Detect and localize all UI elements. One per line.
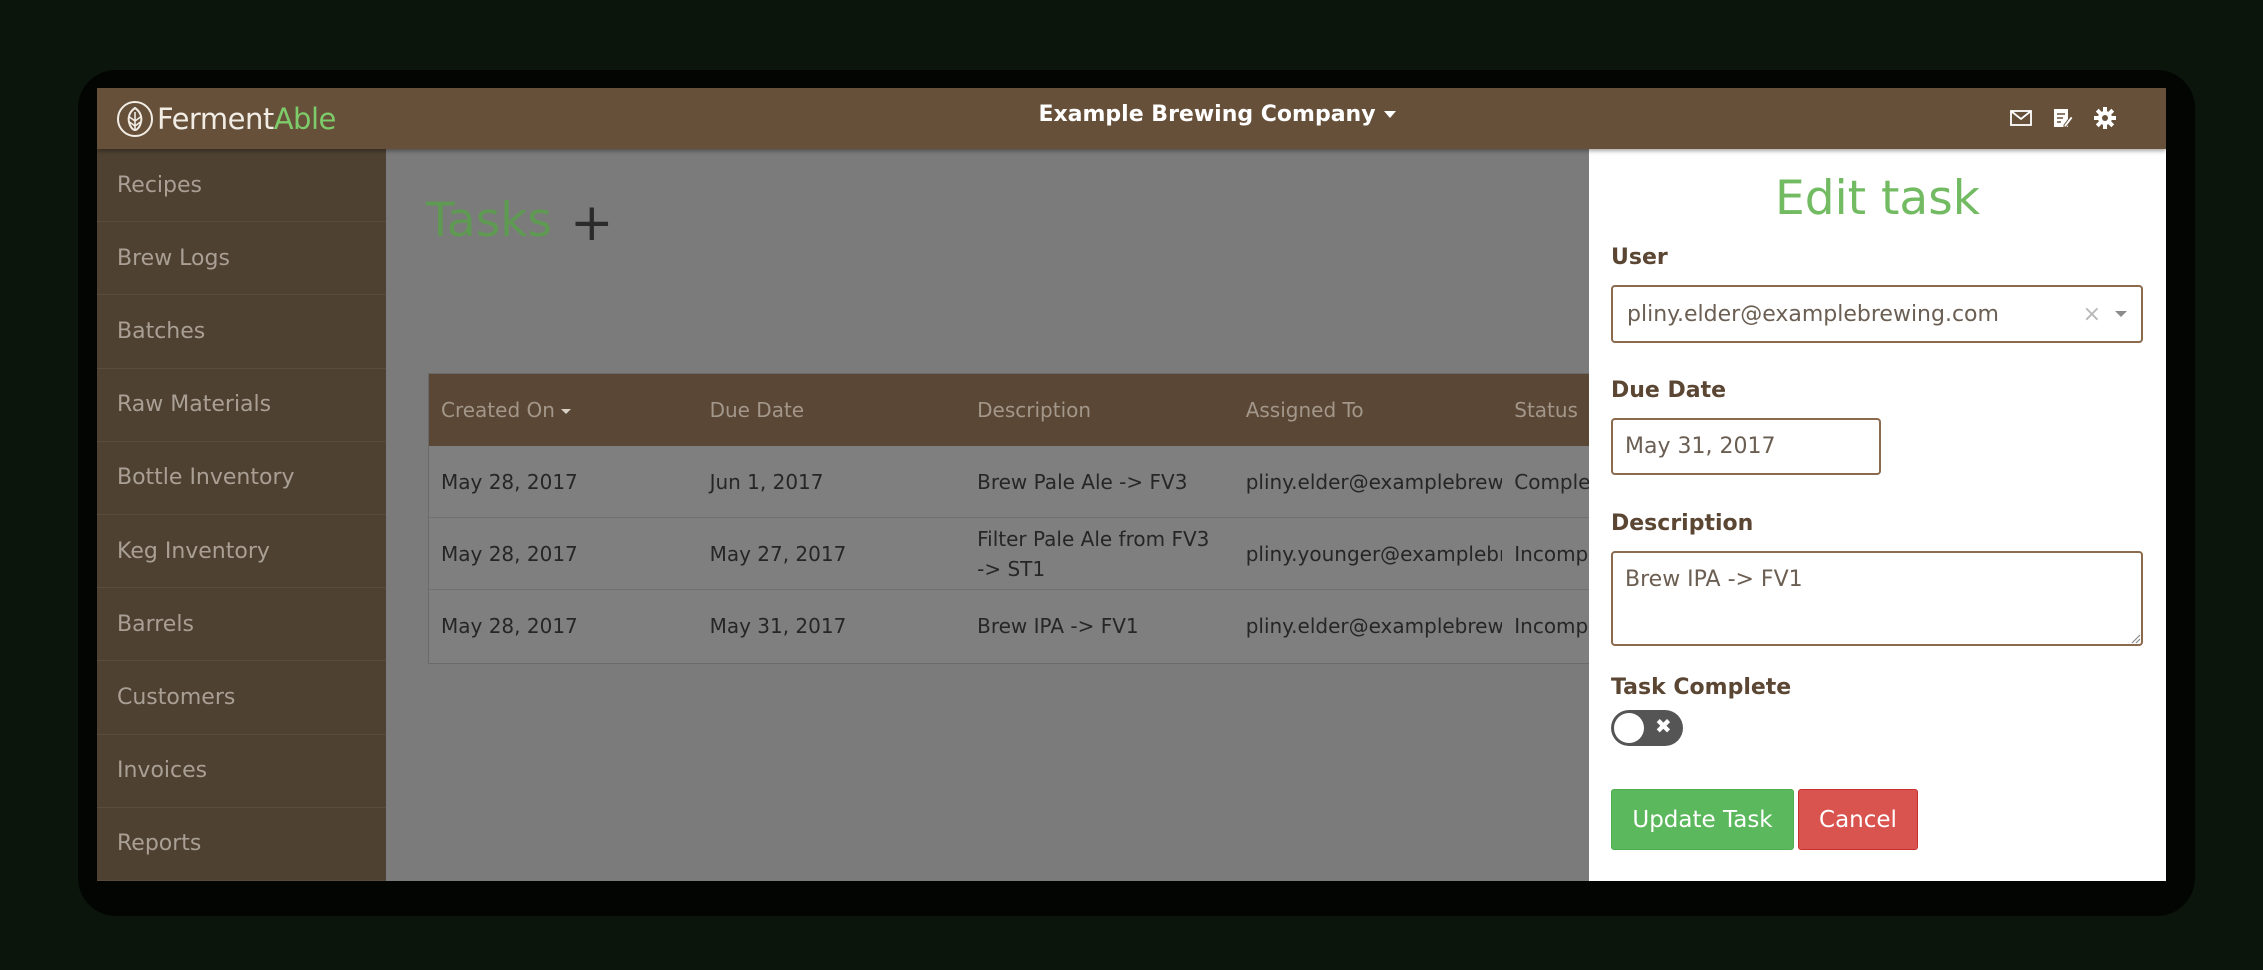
column-header-label: Status — [1514, 398, 1578, 422]
cell-created-on: May 28, 2017 — [441, 541, 578, 566]
edit-task-panel: Edit task User pliny.elder@examplebrewin… — [1589, 149, 2166, 881]
sidebar-item-label: Keg Inventory — [117, 538, 270, 564]
toggle-knob — [1614, 713, 1644, 743]
clear-icon[interactable]: × — [2083, 302, 2101, 327]
envelope-icon[interactable] — [2008, 104, 2034, 132]
top-bar: FermentAble Example Brewing Company — [97, 88, 2166, 149]
gear-icon[interactable] — [2092, 104, 2118, 132]
sidebar-item-label: Barrels — [117, 611, 194, 637]
due-date-label: Due Date — [1611, 378, 1727, 403]
column-header-label: Description — [977, 398, 1092, 422]
table-header: Created On Due Date Description Assigned… — [429, 374, 1667, 446]
column-header-label: Created On — [441, 398, 555, 422]
column-header-created-on[interactable]: Created On — [429, 398, 698, 422]
app-window: FermentAble Example Brewing Company Reci… — [97, 88, 2166, 881]
cell-due-date: May 27, 2017 — [709, 541, 847, 566]
sort-caret-icon — [560, 409, 571, 414]
add-task-button[interactable]: + — [570, 197, 614, 249]
toggle-off-icon: ✖ — [1655, 714, 1672, 738]
sidebar-item-raw-materials[interactable]: Raw Materials — [97, 369, 386, 442]
sidebar-item-batches[interactable]: Batches — [97, 295, 386, 369]
company-switcher[interactable]: Example Brewing Company — [977, 102, 1457, 127]
resize-grip-icon[interactable] — [2129, 632, 2141, 644]
sidebar: Recipes Brew Logs Batches Raw Materials … — [97, 149, 386, 881]
table-row[interactable]: May 28, 2017 May 31, 2017 Brew IPA -> FV… — [429, 590, 1667, 662]
cell-due-date: Jun 1, 2017 — [709, 469, 824, 494]
column-header-description[interactable]: Description — [965, 398, 1234, 422]
panel-title: Edit task — [1775, 171, 1980, 226]
cell-description: Brew IPA -> FV1 — [977, 614, 1139, 638]
cell-created-on: May 28, 2017 — [441, 469, 578, 494]
sidebar-item-reports[interactable]: Reports — [97, 808, 386, 881]
sidebar-item-keg-inventory[interactable]: Keg Inventory — [97, 515, 386, 589]
cell-assigned-to: pliny.younger@examplebr — [1245, 541, 1503, 566]
cell-assigned-to: pliny.elder@examplebrewi — [1245, 614, 1503, 638]
logo-text: FermentAble — [157, 102, 336, 136]
chevron-down-icon[interactable] — [2115, 311, 2127, 317]
cell-description: Brew Pale Ale -> FV3 — [977, 469, 1188, 494]
logo-text-able: Able — [273, 102, 337, 136]
sidebar-item-recipes[interactable]: Recipes — [97, 149, 386, 223]
sidebar-item-label: Recipes — [117, 172, 203, 198]
sidebar-item-label: Bottle Inventory — [117, 465, 295, 491]
hop-logo-icon — [117, 101, 153, 137]
sidebar-item-label: Brew Logs — [117, 245, 230, 271]
page-title: Tasks + — [426, 191, 614, 250]
cell-due-date: May 31, 2017 — [709, 614, 847, 638]
logo-text-ferment: Ferment — [157, 102, 274, 136]
sidebar-item-barrels[interactable]: Barrels — [97, 588, 386, 662]
sidebar-item-customers[interactable]: Customers — [97, 661, 386, 735]
sidebar-item-brew-logs[interactable]: Brew Logs — [97, 222, 386, 296]
sidebar-item-bottle-inventory[interactable]: Bottle Inventory — [97, 442, 386, 515]
sidebar-item-label: Customers — [117, 684, 236, 710]
user-select-value: pliny.elder@examplebrewing.com — [1627, 301, 1999, 327]
cell-description: Filter Pale Ale from FV3 -> ST1 — [977, 526, 1210, 581]
tasks-table: Created On Due Date Description Assigned… — [428, 373, 1668, 664]
column-header-label: Due Date — [709, 398, 805, 422]
sidebar-item-label: Reports — [117, 831, 202, 857]
caret-down-icon — [1383, 111, 1396, 118]
column-header-due-date[interactable]: Due Date — [698, 398, 966, 422]
fermentable-logo[interactable]: FermentAble — [117, 100, 336, 138]
task-complete-label: Task Complete — [1611, 675, 1792, 700]
user-label: User — [1611, 245, 1668, 270]
column-header-label: Assigned To — [1245, 398, 1364, 422]
sidebar-item-label: Raw Materials — [117, 392, 272, 418]
column-header-assigned-to[interactable]: Assigned To — [1234, 398, 1503, 422]
edit-note-icon[interactable] — [2050, 104, 2076, 132]
sidebar-item-label: Invoices — [117, 758, 208, 784]
cell-assigned-to: pliny.elder@examplebrewi — [1245, 469, 1503, 494]
due-date-input[interactable] — [1611, 418, 1881, 475]
sidebar-item-invoices[interactable]: Invoices — [97, 735, 386, 808]
sidebar-item-label: Batches — [117, 318, 206, 344]
top-icons — [2008, 104, 2118, 132]
user-select[interactable]: pliny.elder@examplebrewing.com × — [1611, 285, 2143, 343]
table-row[interactable]: May 28, 2017 Jun 1, 2017 Brew Pale Ale -… — [429, 446, 1667, 518]
page-title-text: Tasks — [426, 192, 552, 248]
description-textarea[interactable]: Brew IPA -> FV1 — [1611, 551, 2143, 646]
cancel-button[interactable]: Cancel — [1798, 789, 1918, 850]
update-task-button[interactable]: Update Task — [1611, 789, 1794, 850]
table-row[interactable]: May 28, 2017 May 27, 2017 Filter Pale Al… — [429, 518, 1667, 590]
description-label: Description — [1611, 511, 1754, 536]
cell-created-on: May 28, 2017 — [441, 614, 578, 638]
task-complete-toggle[interactable]: ✖ — [1611, 710, 1683, 746]
company-name: Example Brewing Company — [1038, 102, 1376, 127]
